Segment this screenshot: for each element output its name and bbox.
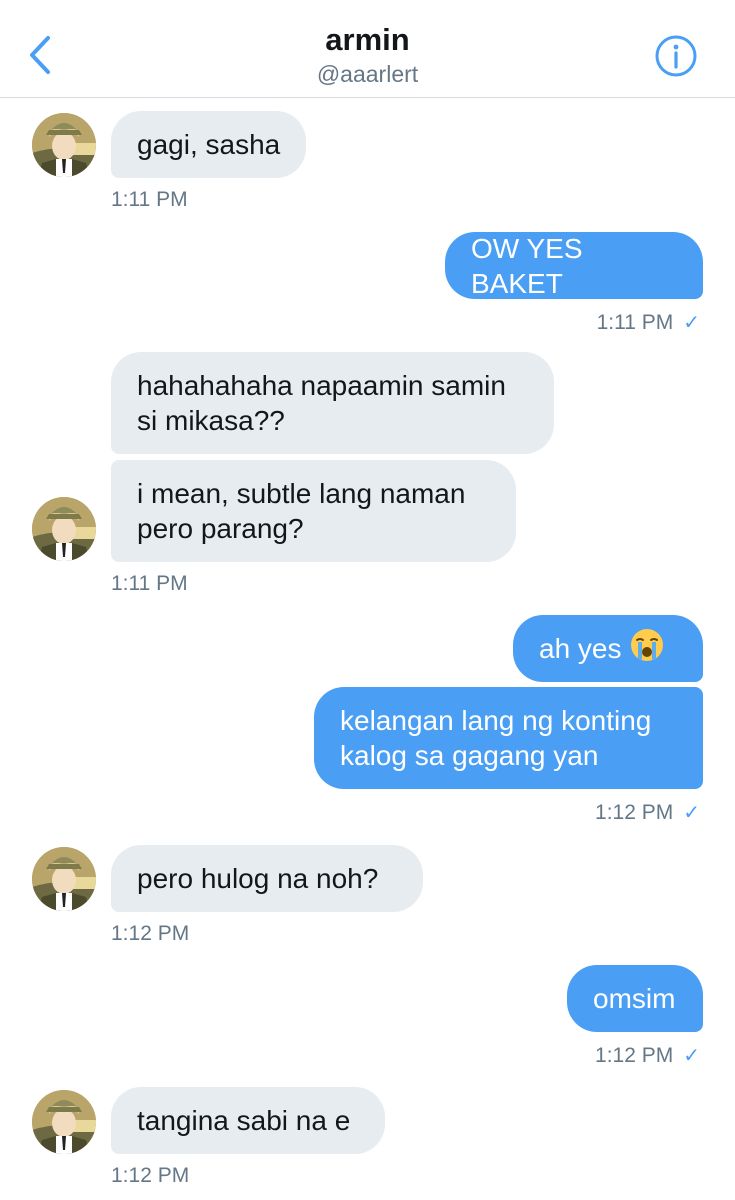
- message-bubble-incoming[interactable]: pero hulog na noh?: [111, 845, 423, 912]
- message-text: hahahahaha napaamin samin si mikasa??: [137, 370, 506, 436]
- message-bubble-incoming[interactable]: gagi, sasha: [111, 111, 307, 178]
- avatar[interactable]: [32, 847, 96, 911]
- avatar[interactable]: [32, 113, 96, 177]
- timestamp-text: 1:11 PM: [111, 188, 188, 211]
- message-timestamp: 1:12 PM ✓: [595, 1043, 700, 1068]
- message-bubble-incoming[interactable]: i mean, subtle lang naman pero parang?: [111, 460, 516, 562]
- timestamp-text: 1:12 PM: [595, 1044, 674, 1067]
- message-text: ah yes: [539, 633, 622, 664]
- message-text: omsim: [593, 983, 676, 1014]
- message-text: tangina sabi na e: [137, 1105, 351, 1136]
- message-bubble-outgoing[interactable]: kelangan lang ng konting kalog sa gagang…: [314, 687, 703, 789]
- timestamp-text: 1:12 PM: [595, 801, 674, 824]
- message-text: OW YES BAKET: [471, 232, 583, 299]
- message-bubble-incoming[interactable]: tangina sabi na e: [111, 1087, 385, 1154]
- loudly-crying-face-icon: [630, 628, 664, 670]
- message-bubble-outgoing[interactable]: omsim: [567, 965, 703, 1032]
- read-receipt-icon: ✓: [683, 1045, 700, 1067]
- message-text: pero hulog na noh?: [137, 863, 379, 894]
- message-timestamp: 1:11 PM: [111, 188, 188, 212]
- message-timestamp: 1:12 PM: [111, 922, 189, 946]
- contact-name[interactable]: armin: [0, 22, 735, 58]
- timestamp-text: 1:12 PM: [111, 1164, 190, 1187]
- read-receipt-icon: ✓: [683, 802, 700, 824]
- info-button[interactable]: [654, 34, 698, 78]
- message-bubble-outgoing[interactable]: OW YES BAKET: [445, 232, 703, 299]
- message-timestamp: 1:12 PM: [111, 1164, 189, 1188]
- message-text: kelangan lang ng konting kalog sa gagang…: [340, 705, 652, 771]
- avatar[interactable]: [32, 1090, 96, 1154]
- message-timestamp: 1:11 PM ✓: [597, 310, 700, 335]
- contact-handle[interactable]: @aaarlert: [0, 61, 735, 88]
- message-timestamp: 1:11 PM: [111, 572, 188, 596]
- message-bubble-incoming[interactable]: hahahahaha napaamin samin si mikasa??: [111, 352, 554, 454]
- message-timestamp: 1:12 PM ✓: [595, 800, 700, 825]
- avatar[interactable]: [32, 497, 96, 561]
- conversation-header: armin @aaarlert: [0, 0, 735, 98]
- message-bubble-outgoing[interactable]: ah yes: [513, 615, 703, 682]
- info-circle-icon: [655, 35, 697, 77]
- timestamp-text: 1:11 PM: [111, 572, 188, 595]
- message-text: gagi, sasha: [137, 129, 281, 160]
- timestamp-text: 1:12 PM: [111, 922, 190, 945]
- message-text: i mean, subtle lang naman pero parang?: [137, 478, 466, 544]
- timestamp-text: 1:11 PM: [596, 311, 674, 334]
- read-receipt-icon: ✓: [683, 312, 700, 334]
